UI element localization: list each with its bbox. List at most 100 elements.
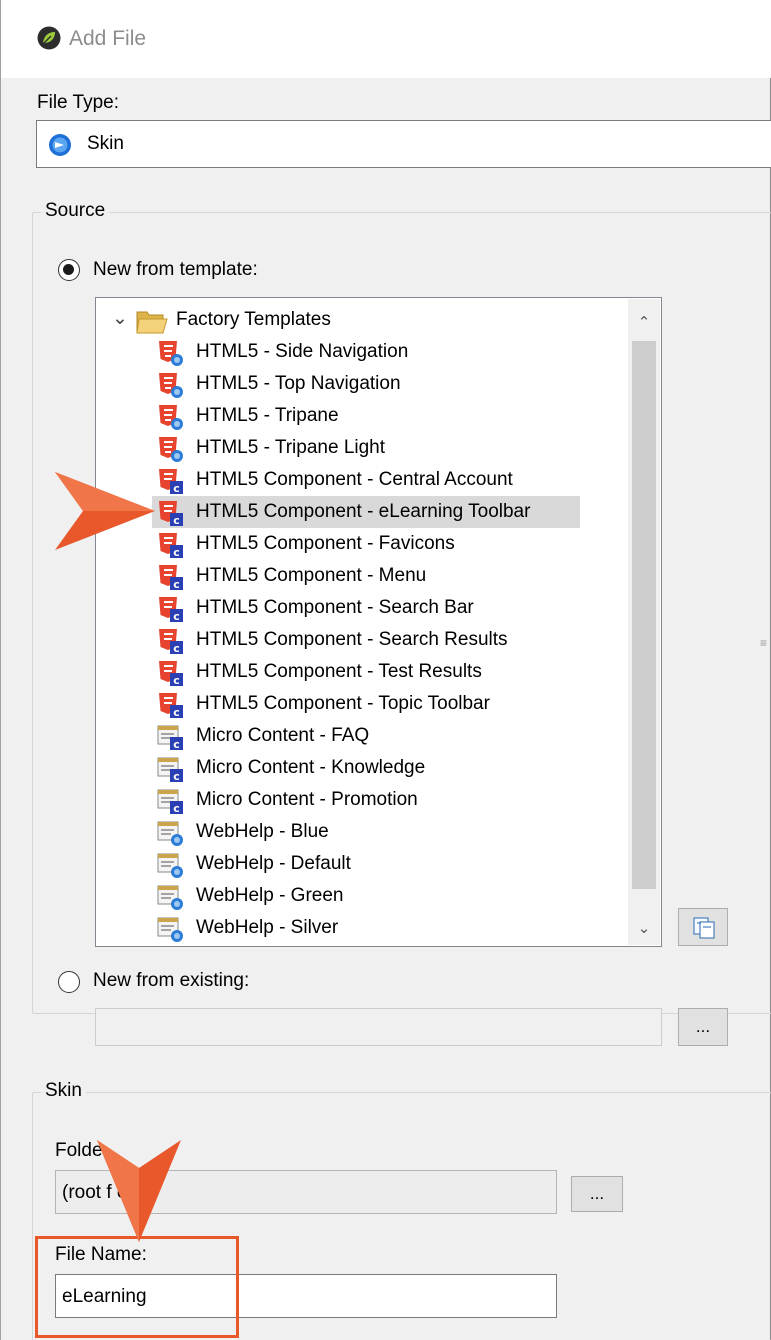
skin-legend: Skin [41, 1080, 86, 1102]
html5-skin-icon [159, 405, 183, 430]
chevron-down-icon[interactable]: ⌄ [112, 307, 128, 330]
existing-browse-button[interactable]: ... [678, 1008, 728, 1046]
html5-skin-icon [159, 373, 183, 398]
svg-text:c: c [173, 546, 180, 559]
skin-icon [49, 134, 71, 156]
file-name-callout-box [35, 1236, 239, 1338]
tree-item[interactable]: c HTML5 Component - Central Account [96, 464, 626, 496]
template-tree[interactable]: ⌄ Factory Templates HTML5 - Side Navigat… [95, 297, 662, 947]
new-from-template-label[interactable]: New from template: [93, 259, 258, 281]
tree-scrollbar[interactable]: ⌃ ⌄ [628, 299, 660, 945]
tree-item[interactable]: c HTML5 Component - Search Results [96, 624, 626, 656]
tree-root-label: Factory Templates [176, 309, 331, 330]
title-bar: Add File [1, 0, 771, 78]
tree-item[interactable]: c HTML5 Component - Search Bar [96, 592, 626, 624]
html5-component-icon: c [159, 533, 183, 559]
svg-text:c: c [173, 802, 180, 815]
html5-component-icon: c [159, 629, 183, 655]
tree-item[interactable]: HTML5 - Tripane Light [96, 432, 626, 464]
tree-item[interactable]: WebHelp - Silver [96, 912, 626, 944]
new-from-existing-radio[interactable] [58, 971, 80, 993]
tree-item[interactable]: HTML5 - Tripane [96, 400, 626, 432]
html5-component-icon: c [159, 597, 183, 623]
file-type-select[interactable]: Skin [36, 120, 771, 168]
tree-item-label: HTML5 Component - Favicons [196, 533, 455, 554]
app-leaf-icon [37, 26, 61, 50]
tree-item[interactable]: c Micro Content - Promotion [96, 784, 626, 816]
tree-item[interactable]: c HTML5 Component - Favicons [96, 528, 626, 560]
svg-text:c: c [173, 642, 180, 655]
tree-item-label: WebHelp - Silver [196, 917, 339, 938]
html5-component-icon: c [159, 469, 183, 495]
folder-icon [136, 311, 168, 334]
svg-text:c: c [173, 610, 180, 623]
file-type-value: Skin [87, 133, 124, 154]
html5-component-icon: c [159, 693, 183, 719]
tree-item[interactable]: WebHelp - Blue [96, 816, 626, 848]
source-legend: Source [41, 200, 110, 222]
tree-item-label: HTML5 Component - Central Account [196, 469, 513, 490]
webhelp-skin-icon [157, 853, 183, 878]
svg-text:c: c [173, 770, 180, 783]
add-file-dialog: Add File File Type: Skin Source New from… [0, 0, 771, 1340]
tree-root-factory-templates[interactable]: ⌄ Factory Templates [96, 304, 626, 336]
template-options-button[interactable] [678, 908, 728, 946]
tree-item[interactable]: c HTML5 Component - Topic Toolbar [96, 688, 626, 720]
folder-browse-button[interactable]: ... [571, 1176, 623, 1212]
window-title: Add File [69, 27, 147, 50]
micro-content-icon: c [157, 725, 183, 751]
scroll-down-icon[interactable]: ⌄ [634, 919, 654, 939]
html5-skin-icon [159, 341, 183, 366]
tree-item[interactable]: WebHelp - Green [96, 880, 626, 912]
tree-item[interactable]: c HTML5 Component - Test Results [96, 656, 626, 688]
tree-item-label: HTML5 Component - Search Results [196, 629, 508, 650]
file-type-label: File Type: [37, 92, 120, 113]
tree-item-label: HTML5 Component - Test Results [196, 661, 482, 682]
webhelp-skin-icon [157, 917, 183, 942]
tree-item-label: HTML5 - Top Navigation [196, 373, 401, 394]
tree-item[interactable]: c Micro Content - FAQ [96, 720, 626, 752]
tree-item-label: HTML5 - Side Navigation [196, 341, 409, 362]
svg-text:c: c [173, 738, 180, 751]
html5-component-icon: c [159, 565, 183, 591]
webhelp-skin-icon [157, 885, 183, 910]
scroll-thumb[interactable] [632, 341, 656, 889]
tree-item-label: WebHelp - Default [196, 853, 351, 874]
tree-item-label: HTML5 - Tripane Light [196, 437, 386, 458]
svg-text:c: c [173, 706, 180, 719]
tree-item-label: HTML5 - Tripane [196, 405, 339, 426]
tree-item-label: Micro Content - Promotion [196, 789, 418, 810]
tree-item-label: HTML5 Component - eLearning Toolbar [196, 501, 531, 522]
tree-item[interactable]: c HTML5 Component - Menu [96, 560, 626, 592]
svg-text:c: c [173, 514, 180, 527]
micro-content-icon: c [157, 789, 183, 815]
splitter-grip[interactable]: ≡ [760, 636, 767, 650]
scroll-up-icon[interactable]: ⌃ [634, 313, 654, 333]
tree-item[interactable]: c Micro Content - Knowledge [96, 752, 626, 784]
callout-arrow-down-icon [97, 1140, 181, 1242]
svg-text:c: c [173, 578, 180, 591]
html5-skin-icon [159, 437, 183, 462]
tree-item[interactable]: HTML5 - Side Navigation [96, 336, 626, 368]
html5-component-icon: c [159, 501, 183, 527]
tree-item-label: HTML5 Component - Search Bar [196, 597, 474, 618]
html5-component-icon: c [159, 661, 183, 687]
tree-item-label: Micro Content - Knowledge [196, 757, 426, 778]
tree-item-label: HTML5 Component - Menu [196, 565, 427, 586]
tree-item-label: WebHelp - Blue [196, 821, 329, 842]
micro-content-icon: c [157, 757, 183, 783]
webhelp-skin-icon [157, 821, 183, 846]
tree-item[interactable]: HTML5 - Top Navigation [96, 368, 626, 400]
tree-item-label: WebHelp - Green [196, 885, 344, 906]
tree-item[interactable]: WebHelp - Default [96, 848, 626, 880]
new-from-existing-label[interactable]: New from existing: [93, 970, 249, 992]
existing-file-field[interactable] [95, 1008, 662, 1046]
svg-text:c: c [173, 674, 180, 687]
copy-template-icon [693, 917, 715, 939]
tree-item-label: HTML5 Component - Topic Toolbar [196, 693, 490, 714]
tree-item-label: Micro Content - FAQ [196, 725, 370, 746]
callout-arrow-right-icon [55, 472, 155, 550]
tree-item[interactable]: c HTML5 Component - eLearning Toolbar [96, 496, 626, 528]
new-from-template-radio[interactable] [58, 259, 80, 281]
svg-text:c: c [173, 482, 180, 495]
